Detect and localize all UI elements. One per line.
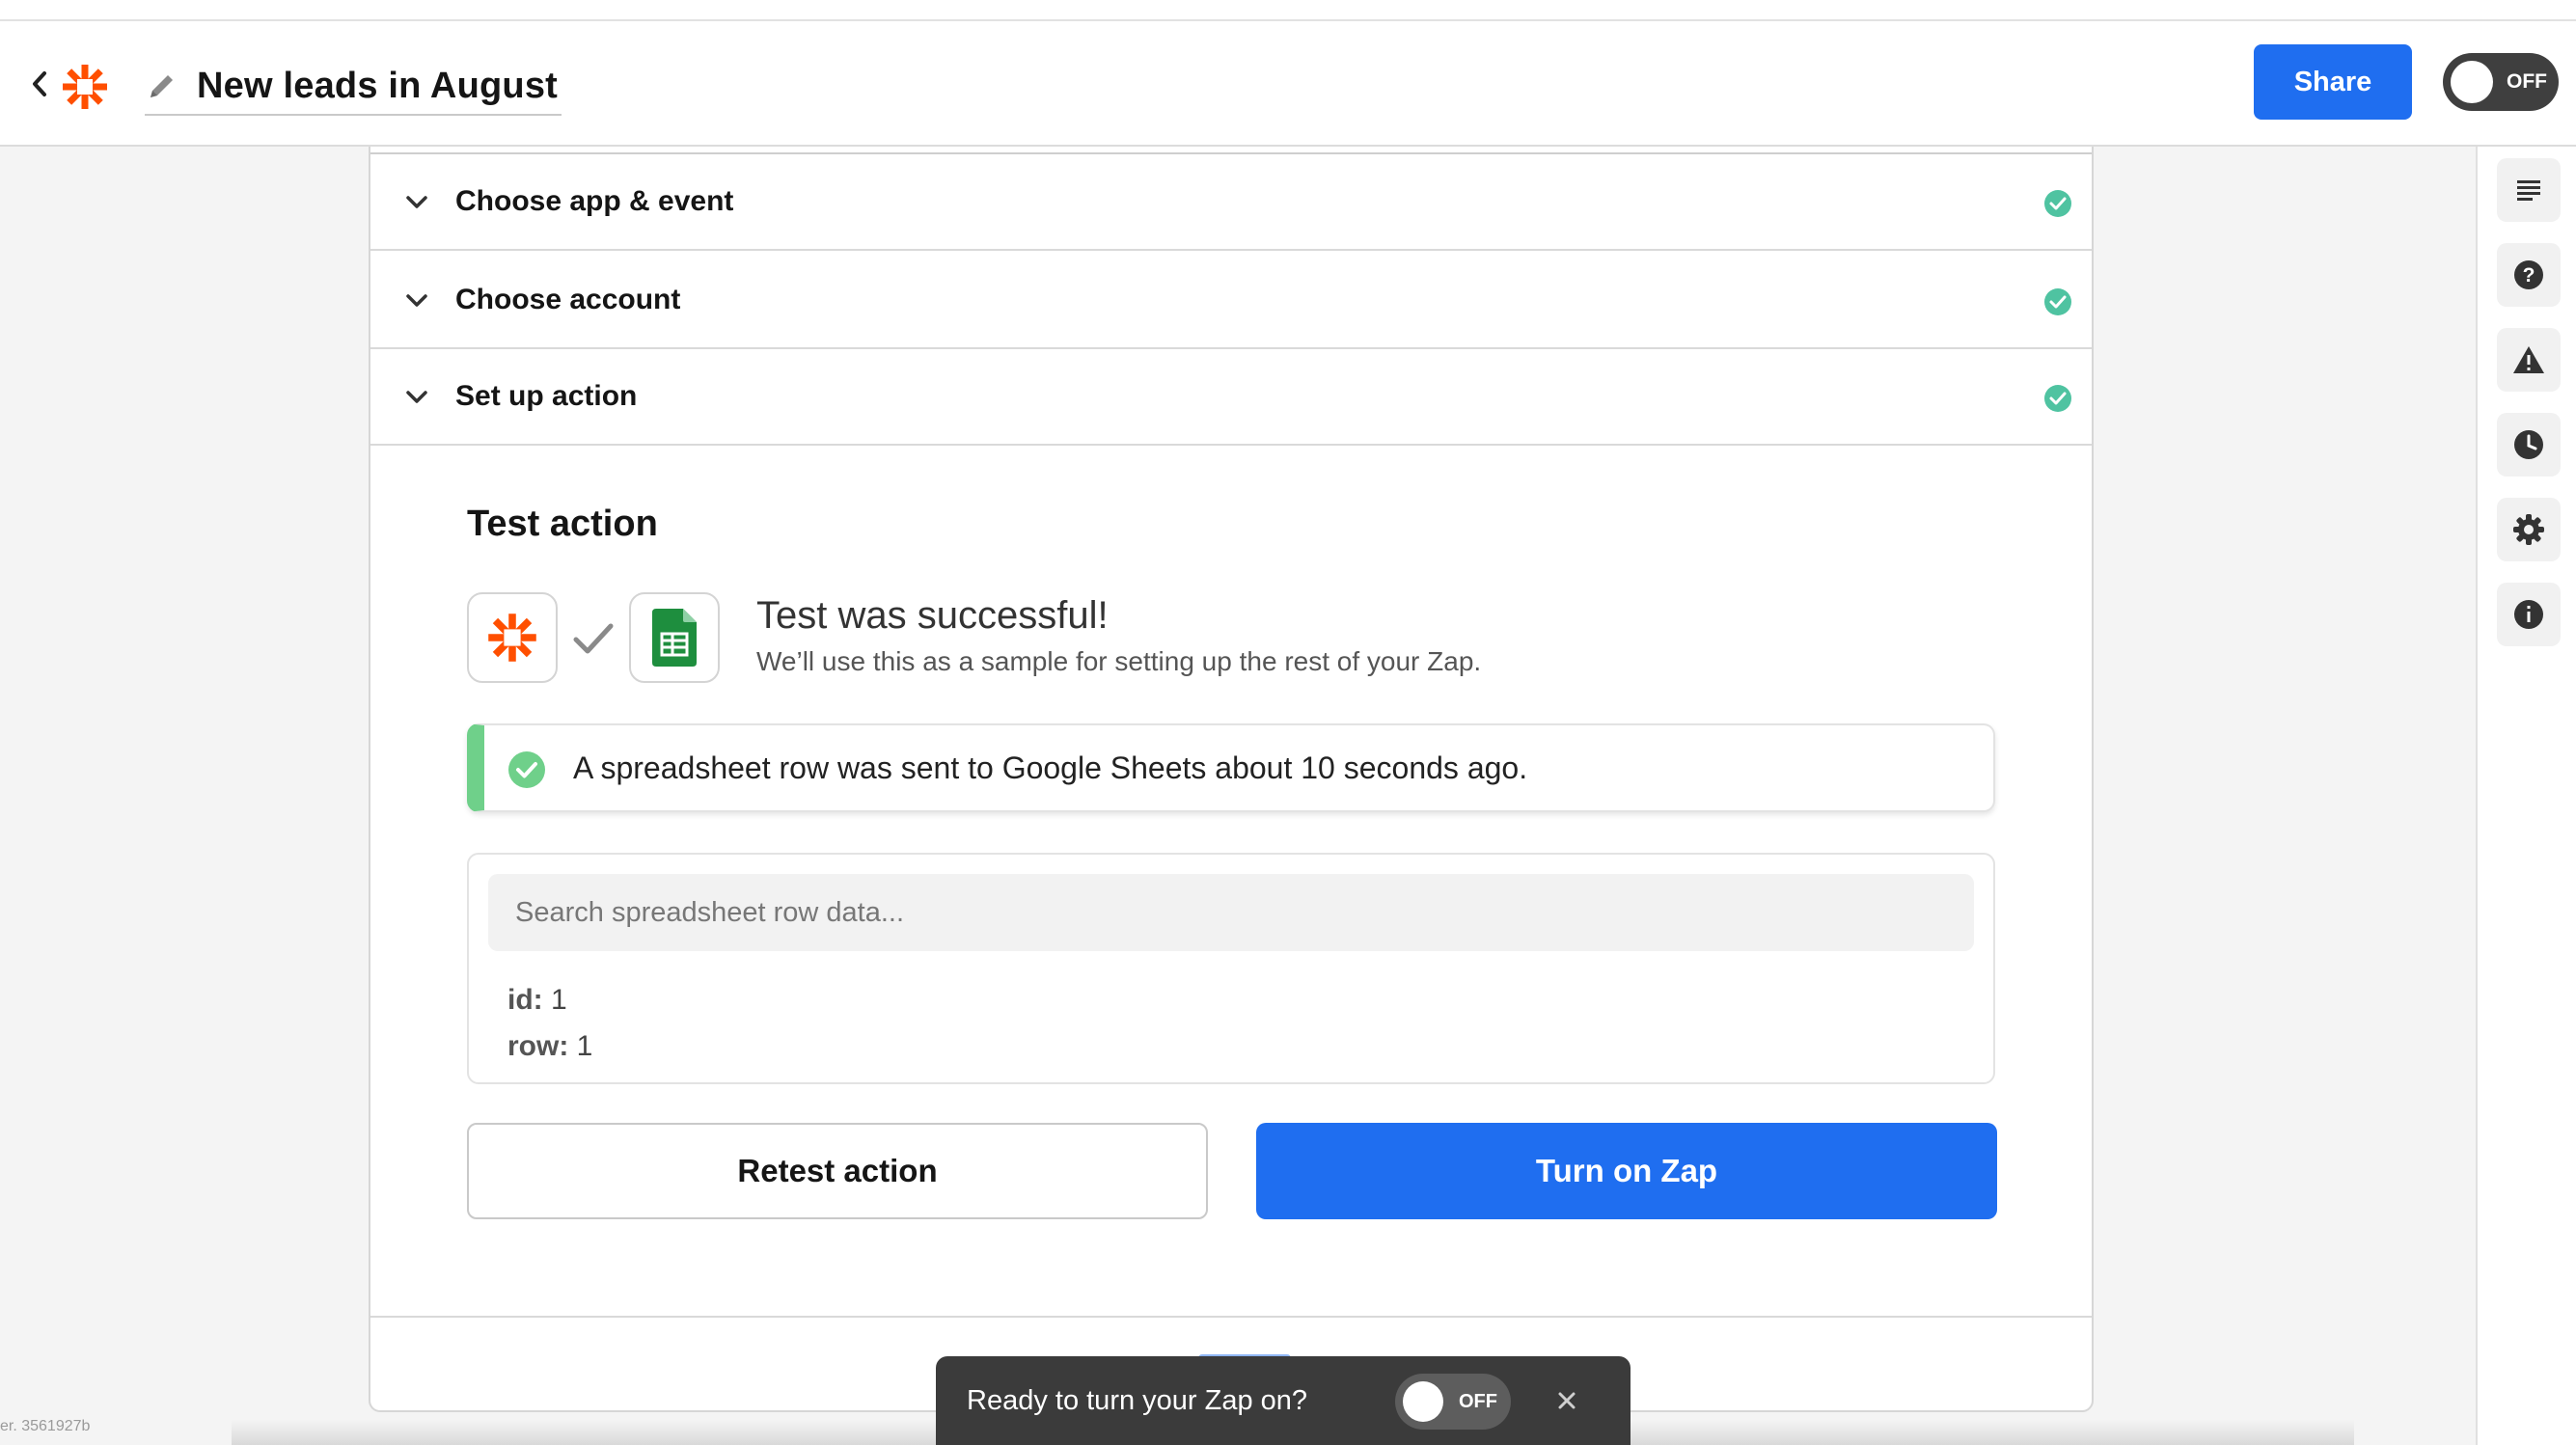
history-button[interactable] xyxy=(2497,413,2561,477)
zap-title: New leads in August xyxy=(197,65,559,106)
info-button[interactable] xyxy=(2497,583,2561,646)
svg-text:?: ? xyxy=(2523,264,2535,286)
field-key: id: xyxy=(507,984,543,1016)
test-success-subtitle: We’ll use this as a sample for setting u… xyxy=(756,646,1482,676)
pencil-icon xyxy=(151,75,173,97)
alerts-button[interactable] xyxy=(2497,328,2561,392)
back-button[interactable] xyxy=(23,62,56,106)
list-icon xyxy=(2517,180,2540,201)
sample-data-panel: id: 1 row: 1 xyxy=(467,853,1995,1084)
warning-icon xyxy=(2513,346,2544,373)
retest-action-button[interactable]: Retest action xyxy=(467,1123,1208,1219)
checkmark-icon xyxy=(573,623,614,654)
turn-on-zap-button[interactable]: Turn on Zap xyxy=(1256,1123,1997,1219)
check-circle-icon xyxy=(508,751,545,788)
success-alert: A spreadsheet row was sent to Google She… xyxy=(467,723,1995,812)
help-button[interactable]: ? xyxy=(2497,243,2561,307)
outline-button[interactable] xyxy=(2497,158,2561,222)
field-value: 1 xyxy=(576,1030,593,1062)
chevron-down-icon xyxy=(406,196,427,208)
chevron-left-icon xyxy=(33,71,46,96)
card-bottom-divider xyxy=(370,1316,2092,1318)
zapier-logo-icon[interactable] xyxy=(60,62,110,112)
share-button[interactable]: Share xyxy=(2254,44,2412,120)
step-section-choose-account[interactable]: Choose account xyxy=(370,253,2092,349)
close-icon xyxy=(1558,1392,1576,1409)
history-icon xyxy=(2514,430,2543,459)
toggle-label: OFF xyxy=(1459,1390,1497,1412)
step-section-choose-app[interactable]: Choose app & event xyxy=(370,154,2092,251)
data-field-row: row: 1 xyxy=(507,1030,592,1063)
toggle-knob xyxy=(1403,1381,1443,1422)
step-section-label: Choose app & event xyxy=(455,185,734,217)
check-circle-icon xyxy=(2044,385,2071,412)
zapier-app-tile xyxy=(467,592,558,683)
browser-top-strip xyxy=(0,0,2576,21)
check-circle-icon xyxy=(2044,190,2071,217)
chevron-down-icon xyxy=(406,294,427,307)
settings-button[interactable] xyxy=(2497,498,2561,561)
step-editor-card: Choose app & event Choose account Set up… xyxy=(369,147,2094,1412)
zap-on-off-toggle[interactable]: OFF xyxy=(2443,53,2559,111)
settings-icon xyxy=(2513,514,2544,545)
step-section-label: Choose account xyxy=(455,284,681,315)
info-icon xyxy=(2514,600,2543,629)
field-key: row: xyxy=(507,1030,569,1062)
version-label: er. 3561927b xyxy=(0,1418,91,1434)
editor-header: New leads in August Share OFF xyxy=(0,21,2576,147)
toggle-knob xyxy=(2451,61,2493,103)
google-sheets-icon xyxy=(652,609,697,667)
turn-on-zap-toast: Ready to turn your Zap on? OFF xyxy=(936,1356,1631,1445)
toast-on-off-toggle[interactable]: OFF xyxy=(1395,1374,1511,1430)
right-sidebar: ? xyxy=(2476,147,2576,1445)
step-section-label: Set up action xyxy=(455,380,638,412)
toggle-label: OFF xyxy=(2507,70,2547,93)
test-action-heading: Test action xyxy=(467,504,658,544)
toast-close-button[interactable] xyxy=(1549,1383,1584,1418)
search-row-data-input[interactable] xyxy=(488,874,1974,951)
google-sheets-app-tile xyxy=(629,592,720,683)
alert-message: A spreadsheet row was sent to Google She… xyxy=(573,750,1528,785)
chevron-down-icon xyxy=(406,391,427,403)
data-field-row: id: 1 xyxy=(507,984,567,1017)
step-section-set-up-action[interactable]: Set up action xyxy=(370,349,2092,446)
field-value: 1 xyxy=(551,984,567,1016)
help-icon: ? xyxy=(2514,260,2543,289)
zapier-icon xyxy=(488,613,536,662)
app-root: New leads in August Share OFF ? Choose a… xyxy=(0,0,2576,1445)
check-circle-icon xyxy=(2044,288,2071,315)
test-success-title: Test was successful! xyxy=(756,594,1109,637)
zap-title-editor[interactable]: New leads in August xyxy=(145,58,562,116)
toast-message: Ready to turn your Zap on? xyxy=(967,1385,1308,1416)
